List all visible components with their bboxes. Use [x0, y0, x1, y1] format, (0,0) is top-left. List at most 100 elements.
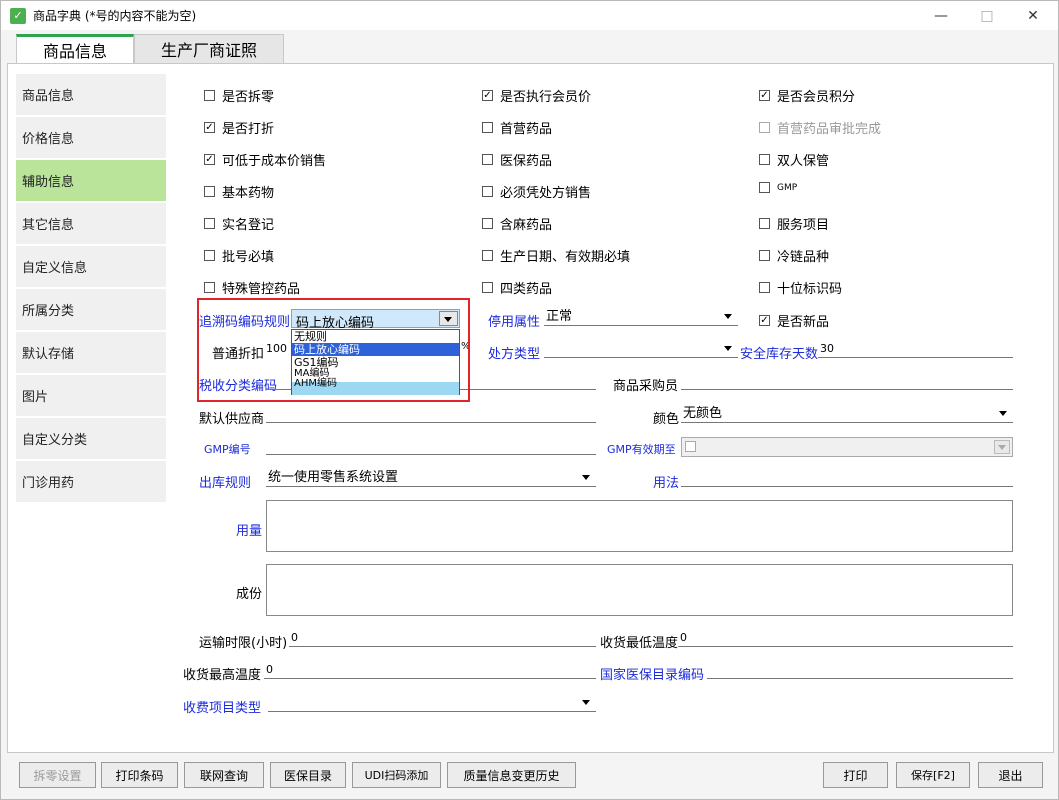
checkbox-box[interactable]: ✓	[204, 122, 215, 133]
checkbox-item[interactable]: 是否拆零	[204, 86, 274, 105]
checkbox-box[interactable]: ✓	[759, 315, 770, 326]
nav-item-product-info[interactable]: 商品信息	[16, 74, 166, 115]
nav-item-price-info[interactable]: 价格信息	[16, 117, 166, 158]
checkbox-item[interactable]: 特殊管控药品	[204, 278, 300, 297]
split-setting-button[interactable]: 拆零设置	[19, 762, 96, 788]
checkbox-item[interactable]: ✓ 可低于成本价销售	[204, 150, 326, 169]
usage-input[interactable]	[681, 469, 1013, 487]
tab-product-info[interactable]: 商品信息	[16, 34, 135, 63]
minimize-button[interactable]: —	[918, 1, 964, 30]
checkbox-label: 是否打折	[222, 122, 275, 137]
checkbox-item[interactable]: 必须凭处方销售	[482, 182, 591, 201]
checkbox-box[interactable]	[759, 282, 770, 293]
supplier-input[interactable]	[266, 405, 596, 423]
checkbox-item[interactable]: ✓ 是否执行会员价	[482, 86, 591, 105]
checkbox-item[interactable]: ✓ 是否会员积分	[759, 86, 855, 105]
checkbox-box[interactable]	[482, 282, 493, 293]
checkbox-item[interactable]: 首营药品审批完成	[759, 118, 881, 137]
insurance-catalog-button[interactable]: 医保目录	[270, 762, 346, 788]
dropdown-option[interactable]: AHM编码	[292, 379, 459, 389]
gmp-no-input[interactable]	[266, 437, 596, 455]
checkbox-box[interactable]	[759, 250, 770, 261]
checkbox-box[interactable]	[759, 218, 770, 229]
checkbox-box[interactable]	[759, 122, 770, 133]
dosage-textarea[interactable]	[266, 500, 1013, 552]
color-select[interactable]: 无颜色	[681, 405, 1013, 423]
checkbox-box[interactable]	[204, 186, 215, 197]
nav-item-auxiliary-info[interactable]: 辅助信息	[16, 160, 166, 201]
outbound-rule-select[interactable]: 统一使用零售系统设置	[266, 469, 596, 487]
checkbox-item[interactable]: 十位标识码	[759, 278, 842, 297]
insurance-code-input[interactable]	[707, 661, 1013, 679]
dropdown-option[interactable]: 无规则	[292, 330, 459, 343]
nav-item-default-storage[interactable]: 默认存储	[16, 332, 166, 373]
checkbox-box[interactable]	[204, 218, 215, 229]
checkbox-item[interactable]: 含麻药品	[482, 214, 552, 233]
checkbox-box[interactable]	[482, 154, 493, 165]
checkbox-label: 冷链品种	[777, 250, 830, 265]
nav-item-other-info[interactable]: 其它信息	[16, 203, 166, 244]
checkbox-box[interactable]	[204, 282, 215, 293]
ingredient-textarea[interactable]	[266, 564, 1013, 616]
nav-item-category[interactable]: 所属分类	[16, 289, 166, 330]
online-query-button[interactable]: 联网查询	[184, 762, 264, 788]
stop-attr-select[interactable]: 正常	[544, 308, 738, 326]
checkbox-item[interactable]: 双人保管	[759, 150, 829, 169]
min-temp-input[interactable]: 0	[678, 629, 1013, 647]
checkbox-item[interactable]: 医保药品	[482, 150, 552, 169]
fee-type-select[interactable]	[268, 694, 596, 712]
checkbox-item[interactable]: 首营药品	[482, 118, 552, 137]
checkbox-item[interactable]: 批号必填	[204, 246, 274, 265]
checkbox-box[interactable]	[759, 154, 770, 165]
date-enable-checkbox[interactable]	[685, 441, 696, 452]
checkbox-box[interactable]	[204, 250, 215, 261]
checkbox-box[interactable]	[482, 186, 493, 197]
maximize-button[interactable]: □	[964, 1, 1010, 30]
checkbox-is-new[interactable]: ✓ 是否新品	[759, 311, 829, 330]
checkbox-box[interactable]	[482, 122, 493, 133]
checkbox-label: 是否拆零	[222, 90, 275, 105]
checkbox-label: 是否会员积分	[777, 90, 856, 105]
checkbox-box[interactable]	[482, 218, 493, 229]
udi-scan-button[interactable]: UDI扫码添加	[352, 762, 441, 788]
checkbox-item[interactable]: 生产日期、有效期必填	[482, 246, 630, 265]
nav-item-custom-category[interactable]: 自定义分类	[16, 418, 166, 459]
dropdown-option-selected[interactable]: 码上放心编码	[292, 343, 459, 356]
checkbox-item[interactable]: 实名登记	[204, 214, 274, 233]
checkbox-item[interactable]: 四类药品	[482, 278, 552, 297]
checkbox-item[interactable]: 服务项目	[759, 214, 829, 233]
max-temp-input[interactable]: 0	[264, 661, 596, 679]
checkbox-item[interactable]: 基本药物	[204, 182, 274, 201]
exit-button[interactable]: 退出	[978, 762, 1043, 788]
buyer-input[interactable]	[681, 372, 1013, 390]
checkbox-box[interactable]: ✓	[759, 90, 770, 101]
transport-limit-label: 运输时限(小时)	[199, 636, 288, 651]
quality-history-button[interactable]: 质量信息变更历史	[447, 762, 576, 788]
checkbox-label: 医保药品	[500, 154, 553, 169]
checkbox-box[interactable]	[482, 250, 493, 261]
print-button[interactable]: 打印	[823, 762, 888, 788]
tab-strip: 商品信息 生产厂商证照	[16, 34, 285, 63]
tab-manufacturer-license[interactable]: 生产厂商证照	[134, 34, 285, 63]
checkbox-box[interactable]	[759, 182, 770, 193]
gmp-expiry-date-picker[interactable]	[681, 437, 1013, 457]
calendar-dropdown-icon[interactable]	[994, 440, 1010, 454]
nav-item-outpatient-drug[interactable]: 门诊用药	[16, 461, 166, 502]
nav-item-custom-info[interactable]: 自定义信息	[16, 246, 166, 287]
safety-days-input[interactable]: 30	[818, 340, 1013, 358]
checkbox-label: 首营药品审批完成	[777, 122, 882, 137]
nav-item-image[interactable]: 图片	[16, 375, 166, 416]
transport-limit-input[interactable]: 0	[289, 629, 596, 647]
checkbox-item[interactable]: ✓ 是否打折	[204, 118, 274, 137]
checkbox-box[interactable]	[204, 90, 215, 101]
print-barcode-button[interactable]: 打印条码	[101, 762, 178, 788]
checkbox-item[interactable]: 冷链品种	[759, 246, 829, 265]
close-button[interactable]: ✕	[1010, 1, 1056, 30]
checkbox-box[interactable]: ✓	[204, 154, 215, 165]
rx-type-select[interactable]	[544, 340, 738, 358]
checkbox-item[interactable]: GMP	[759, 182, 797, 193]
outbound-rule-label: 出库规则	[199, 476, 252, 491]
checkbox-box[interactable]: ✓	[482, 90, 493, 101]
save-button[interactable]: 保存[F2]	[896, 762, 970, 788]
checkbox-label: 首营药品	[500, 122, 553, 137]
